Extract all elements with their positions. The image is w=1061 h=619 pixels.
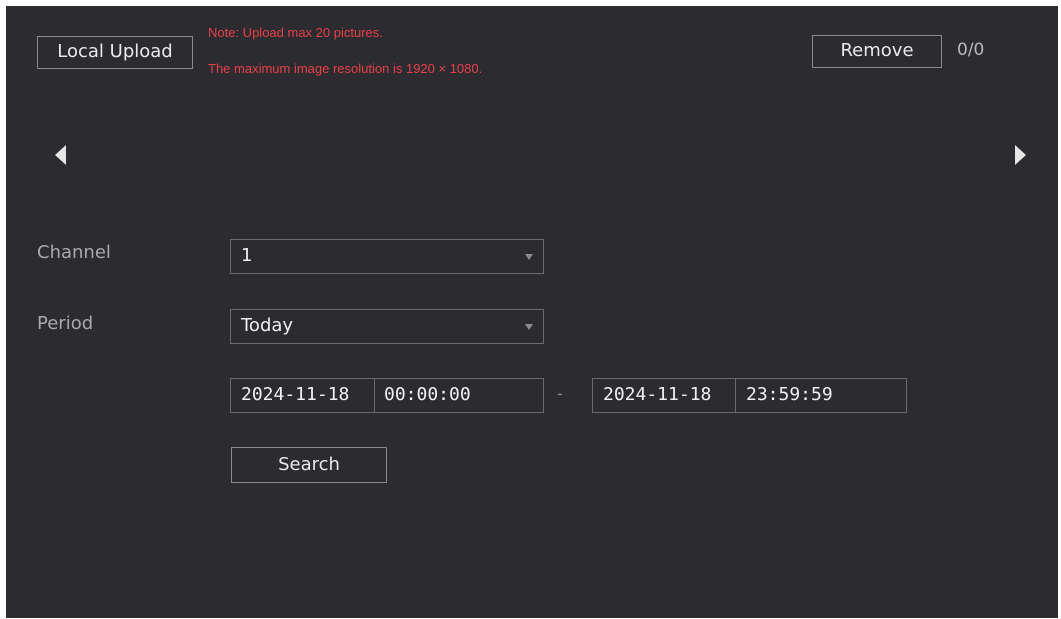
period-select-value: Today	[241, 315, 294, 336]
local-upload-button[interactable]: Local Upload	[37, 36, 193, 69]
start-time[interactable]: 00:00:00	[384, 379, 471, 411]
triangle-right-icon[interactable]	[1015, 145, 1026, 165]
channel-label: Channel	[37, 242, 111, 263]
image-counter: 0/0	[957, 40, 985, 60]
upload-limit-note: Note: Upload max 20 pictures.	[208, 25, 383, 40]
period-select[interactable]: Today	[230, 309, 544, 344]
start-date[interactable]: 2024-11-18	[241, 379, 349, 411]
range-separator: -	[557, 384, 563, 403]
end-datetime-field[interactable]: 2024-11-18 23:59:59	[592, 378, 907, 413]
remove-button[interactable]: Remove	[812, 35, 942, 68]
channel-select-value: 1	[241, 245, 253, 266]
search-button[interactable]: Search	[231, 447, 387, 483]
resolution-note: The maximum image resolution is 1920 × 1…	[208, 61, 483, 76]
chevron-down-icon	[525, 324, 533, 330]
datetime-divider	[735, 379, 736, 412]
datetime-divider	[374, 379, 375, 412]
triangle-left-icon[interactable]	[55, 145, 66, 165]
end-time[interactable]: 23:59:59	[746, 379, 833, 411]
face-search-panel: Local Upload Note: Upload max 20 picture…	[6, 6, 1058, 618]
chevron-down-icon	[525, 254, 533, 260]
end-date[interactable]: 2024-11-18	[603, 379, 711, 411]
channel-select[interactable]: 1	[230, 239, 544, 274]
start-datetime-field[interactable]: 2024-11-18 00:00:00	[230, 378, 544, 413]
period-label: Period	[37, 313, 94, 334]
